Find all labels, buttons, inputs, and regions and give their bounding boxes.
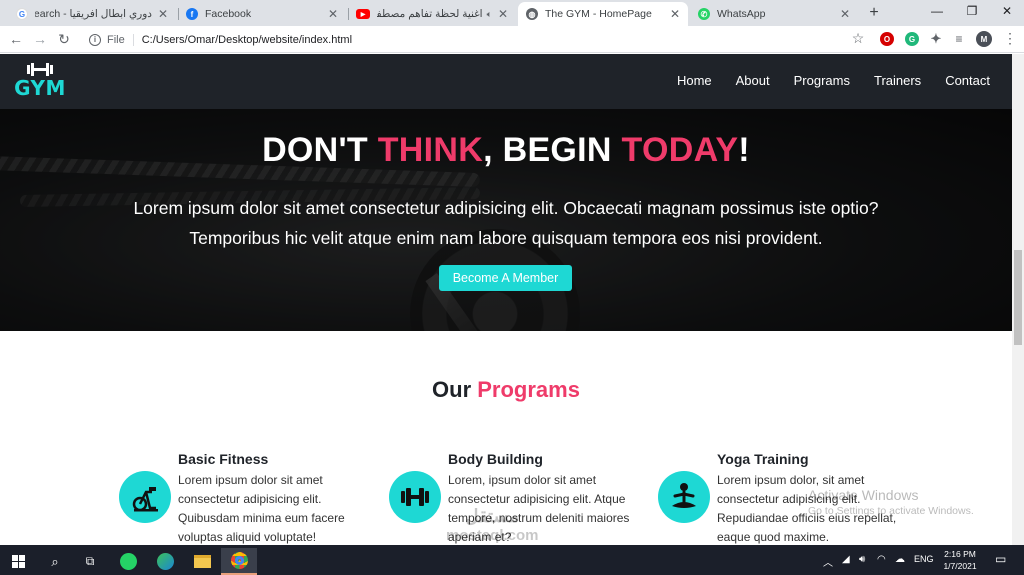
windows-taskbar: ⌕ ⧉ ︿ ◢ 🔊︎ ◠ ☁ ENG 2:16 PM 1/7/2021 ▭: [0, 545, 1024, 575]
close-tab-icon[interactable]: ✕: [158, 7, 168, 21]
site-navbar: GYM Home About Programs Trainers Contact: [0, 54, 1012, 109]
whatsapp-icon: ✆: [698, 8, 710, 20]
address-bar[interactable]: i File C:/Users/Omar/Desktop/website/ind…: [80, 29, 868, 50]
bookmark-star-icon[interactable]: ☆: [850, 30, 866, 47]
tab-title: دوري ابطال افريقيا - Google Search: [35, 8, 152, 20]
onedrive-icon[interactable]: ☁: [895, 554, 905, 565]
info-icon[interactable]: i: [89, 33, 101, 46]
opera-extension-icon[interactable]: O: [880, 32, 894, 46]
dumbbell-icon: [389, 471, 441, 523]
main-menu: Home About Programs Trainers Contact: [677, 73, 990, 88]
close-tab-icon[interactable]: ✕: [670, 7, 680, 21]
nav-trainers[interactable]: Trainers: [874, 73, 921, 88]
volume-icon[interactable]: 🔊︎: [859, 554, 865, 565]
divider: [132, 33, 134, 46]
nav-contact[interactable]: Contact: [945, 73, 990, 88]
scrollbar-thumb[interactable]: [1014, 250, 1022, 345]
task-view-icon[interactable]: ⧉: [72, 548, 108, 575]
program-title: Body Building: [448, 451, 543, 467]
file-explorer-icon[interactable]: [184, 548, 220, 575]
close-tab-icon[interactable]: ✕: [328, 7, 338, 21]
program-description: Lorem ipsum dolor sit amet consectetur a…: [178, 473, 345, 544]
whatsapp-taskbar-icon[interactable]: [110, 548, 146, 575]
scheme-label: File: [107, 33, 125, 46]
reload-icon[interactable]: ↻: [56, 31, 72, 48]
profile-avatar[interactable]: M: [976, 31, 992, 47]
new-tab-button[interactable]: +: [866, 4, 882, 22]
close-tab-icon[interactable]: ✕: [840, 7, 850, 21]
menu-kebab-icon[interactable]: ⋮: [1002, 30, 1018, 47]
tab-facebook[interactable]: f Facebook ✕: [178, 2, 346, 26]
exercise-bike-icon: [119, 471, 171, 523]
activate-windows-watermark: Activate Windows Go to Settings to activ…: [808, 487, 974, 517]
become-member-button[interactable]: Become A Member: [439, 265, 572, 291]
hero-section: DON'T THINK, BEGIN TODAY! Lorem ipsum do…: [0, 109, 1012, 331]
media-queue-icon[interactable]: ≡: [952, 32, 966, 46]
logo-text: GYM: [14, 76, 66, 100]
forward-arrow-icon[interactable]: →: [32, 31, 48, 47]
browser-toolbar: ← → ↻ i File C:/Users/Omar/Desktop/websi…: [0, 26, 1024, 53]
tab-youtube[interactable]: ▶ اغنية لحظة تفاهم مصطفى 🔈︎ ✕: [348, 2, 516, 26]
wifi-icon[interactable]: ◠: [877, 554, 886, 565]
program-title: Yoga Training: [717, 451, 809, 467]
edge-taskbar-icon[interactable]: [147, 548, 183, 575]
youtube-icon: ▶: [356, 9, 370, 19]
nav-programs[interactable]: Programs: [794, 73, 850, 88]
notification-icon[interactable]: ▭: [995, 552, 1006, 566]
tray-chevron-icon[interactable]: ︿: [823, 554, 833, 569]
grammarly-extension-icon[interactable]: G: [905, 32, 919, 46]
search-icon[interactable]: ⌕: [37, 548, 73, 575]
tab-google-search[interactable]: G دوري ابطال افريقيا - Google Search ✕: [8, 2, 176, 26]
tab-title: The GYM - HomePage: [545, 8, 652, 20]
close-tab-icon[interactable]: ✕: [498, 7, 508, 21]
network-icon[interactable]: ◢: [842, 554, 850, 565]
tab-title: اغنية لحظة تفاهم مصطفى: [377, 8, 483, 20]
yoga-icon: [658, 471, 710, 523]
hero-title: DON'T THINK, BEGIN TODAY!: [262, 131, 750, 169]
windows-start-icon[interactable]: [0, 548, 36, 575]
chrome-taskbar-icon[interactable]: [221, 548, 257, 575]
tab-title: Facebook: [205, 8, 252, 20]
restore-button[interactable]: ❐: [964, 4, 980, 18]
program-title: Basic Fitness: [178, 451, 269, 467]
system-clock[interactable]: 2:16 PM 1/7/2021: [940, 548, 980, 572]
puzzle-extensions-icon[interactable]: ✦: [929, 31, 943, 46]
url-text[interactable]: C:/Users/Omar/Desktop/website/index.html: [142, 34, 352, 46]
google-icon: G: [16, 8, 28, 20]
minimize-button[interactable]: —: [929, 4, 945, 18]
tab-whatsapp[interactable]: ✆ WhatsApp ✕: [690, 2, 858, 26]
close-window-button[interactable]: ✕: [999, 4, 1015, 18]
language-indicator[interactable]: ENG: [914, 554, 934, 564]
mostaql-watermark: مستقل mostaql.com: [446, 506, 539, 544]
programs-heading: Our Programs: [432, 377, 580, 402]
tab-gym-homepage[interactable]: ◍ The GYM - HomePage ✕: [518, 2, 688, 26]
dumbbell-logo-icon: [27, 63, 53, 76]
nav-about[interactable]: About: [736, 73, 770, 88]
tab-title: WhatsApp: [717, 8, 766, 20]
page-scrollbar[interactable]: [1012, 54, 1024, 545]
nav-home[interactable]: Home: [677, 73, 712, 88]
facebook-icon: f: [186, 8, 198, 20]
site-logo[interactable]: GYM: [10, 62, 70, 102]
hero-text: Lorem ipsum dolor sit amet consectetur a…: [133, 198, 879, 248]
back-arrow-icon[interactable]: ←: [8, 31, 24, 47]
globe-icon: ◍: [526, 8, 538, 20]
browser-tab-strip: G دوري ابطال افريقيا - Google Search ✕ f…: [0, 0, 1024, 26]
speaker-icon[interactable]: 🔈︎: [487, 9, 492, 20]
